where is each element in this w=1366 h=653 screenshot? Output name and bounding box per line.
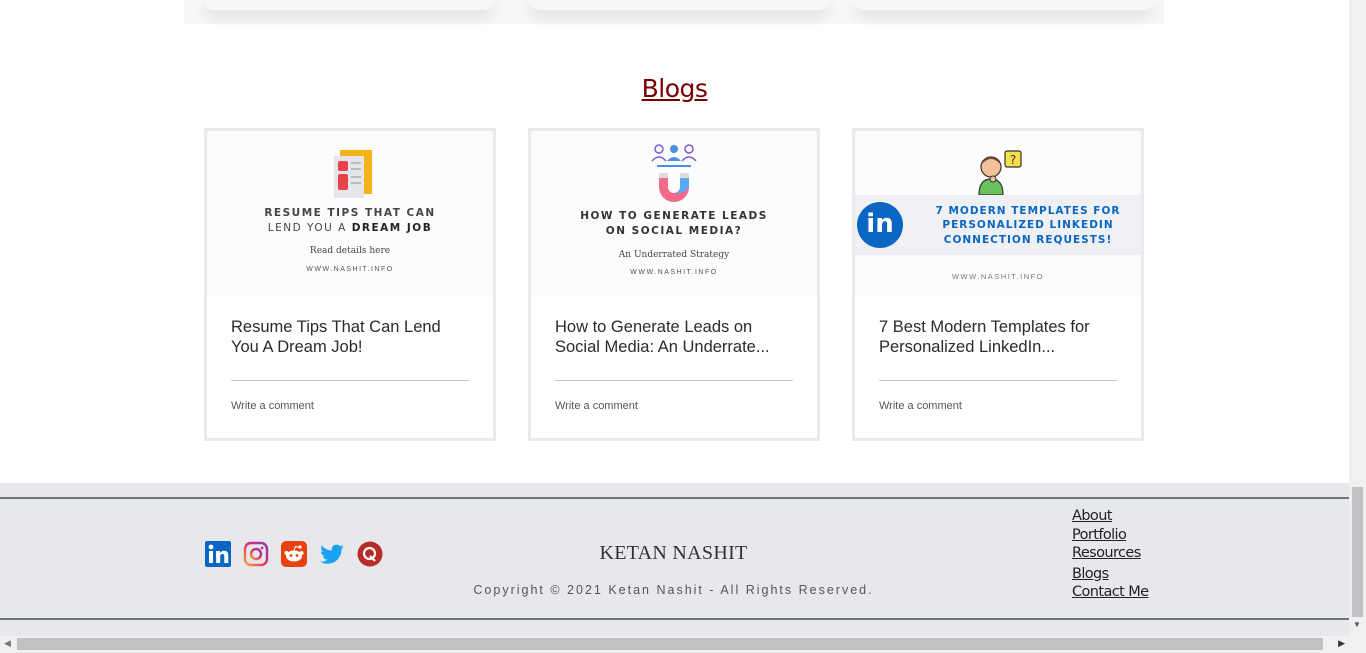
thumb-subtitle: An Underrated Strategy: [618, 250, 730, 260]
thumb-headline-b: DREAM JOB: [351, 222, 433, 234]
thumb-headline: PERSONALIZED LINKEDIN: [942, 219, 1114, 231]
scroll-right-arrow-icon[interactable]: ▶: [1338, 638, 1345, 649]
post-title[interactable]: 7 Best Modern Templates for Personalized…: [879, 317, 1119, 359]
copyright-text: Copyright © 2021 Ketan Nashit - All Righ…: [473, 583, 874, 597]
scrollbar-thumb[interactable]: [17, 638, 1323, 650]
horizontal-scrollbar[interactable]: ◀ ▶: [0, 636, 1349, 653]
post-title[interactable]: How to Generate Leads on Social Media: A…: [555, 317, 795, 359]
thumb-headline: LEND YOU A DREAM JOB: [207, 222, 493, 234]
footer: KETAN NASHIT Copyright © 2021 Ketan Nash…: [0, 483, 1349, 636]
scrollbar-thumb[interactable]: [1352, 487, 1363, 617]
footer-divider: [0, 497, 1349, 499]
blog-card[interactable]: HOW TO GENERATE LEADS ON SOCIAL MEDIA? A…: [528, 128, 820, 441]
thumb-headline-a: LEND YOU A: [267, 222, 352, 234]
footer-nav: About Portfolio Resources Blogs Contact …: [1072, 507, 1149, 602]
thumb-headline: HOW TO GENERATE LEADS: [580, 210, 768, 222]
section-title[interactable]: Blogs: [0, 74, 1349, 103]
card-shadow: [854, 0, 1154, 10]
twitter-icon[interactable]: [319, 541, 345, 567]
thumb-headline: ON SOCIAL MEDIA?: [605, 225, 743, 237]
reddit-icon[interactable]: [281, 541, 307, 567]
resume-icon: [334, 150, 372, 198]
thinking-person-icon: ?: [978, 150, 1022, 196]
divider: [555, 380, 793, 381]
thumb-url: WWW.NASHIT.INFO: [951, 272, 1045, 281]
divider: [879, 380, 1117, 381]
vertical-scrollbar[interactable]: ▼: [1349, 0, 1366, 636]
comment-link[interactable]: Write a comment: [231, 400, 314, 412]
scroll-down-arrow-icon[interactable]: ▼: [1353, 620, 1361, 629]
divider: [231, 380, 469, 381]
blog-card[interactable]: ? in 7 MODERN TEMPLATES FOR PERSONALIZED…: [852, 128, 1144, 441]
page: Blogs RESUME TIPS THAT CAN LEND YOU A DR…: [0, 0, 1366, 653]
nav-link-about[interactable]: About: [1072, 507, 1148, 526]
magnet-people-icon: [651, 144, 697, 202]
nav-link-resources[interactable]: Resources: [1072, 544, 1148, 563]
svg-text:?: ?: [1010, 153, 1016, 167]
blog-thumbnail[interactable]: HOW TO GENERATE LEADS ON SOCIAL MEDIA? A…: [531, 131, 817, 297]
card-shadow: [204, 0, 494, 10]
post-title[interactable]: Resume Tips That Can Lend You A Dream Jo…: [231, 317, 471, 359]
scrollbar-corner: [1349, 636, 1366, 653]
nav-link-portfolio[interactable]: Portfolio: [1072, 526, 1148, 545]
card-shadow: [529, 0, 829, 10]
footer-divider: [0, 618, 1349, 620]
linkedin-icon[interactable]: [205, 541, 231, 567]
thumb-url: WWW.NASHIT.INFO: [306, 266, 394, 273]
comment-link[interactable]: Write a comment: [555, 400, 638, 412]
thumb-headline: RESUME TIPS THAT CAN: [264, 207, 436, 219]
blog-card[interactable]: RESUME TIPS THAT CAN LEND YOU A DREAM JO…: [204, 128, 496, 441]
scroll-left-arrow-icon[interactable]: ◀: [4, 638, 11, 649]
thumb-headline: 7 MODERN TEMPLATES FOR: [935, 205, 1121, 217]
blog-thumbnail[interactable]: RESUME TIPS THAT CAN LEND YOU A DREAM JO…: [207, 131, 493, 297]
quora-icon[interactable]: [357, 541, 383, 567]
instagram-icon[interactable]: [243, 541, 269, 567]
thumb-subtitle: Read details here: [309, 246, 391, 256]
thumb-headline: CONNECTION REQUESTS!: [943, 234, 1113, 246]
thumb-url: WWW.NASHIT.INFO: [630, 269, 718, 276]
comment-link[interactable]: Write a comment: [879, 400, 962, 412]
blog-thumbnail[interactable]: ? in 7 MODERN TEMPLATES FOR PERSONALIZED…: [855, 131, 1141, 297]
nav-link-contact[interactable]: Contact Me: [1072, 583, 1149, 602]
brand-name: KETAN NASHIT: [599, 542, 748, 564]
nav-link-blogs[interactable]: Blogs: [1072, 565, 1148, 584]
previous-section-strip: [184, 0, 1164, 24]
